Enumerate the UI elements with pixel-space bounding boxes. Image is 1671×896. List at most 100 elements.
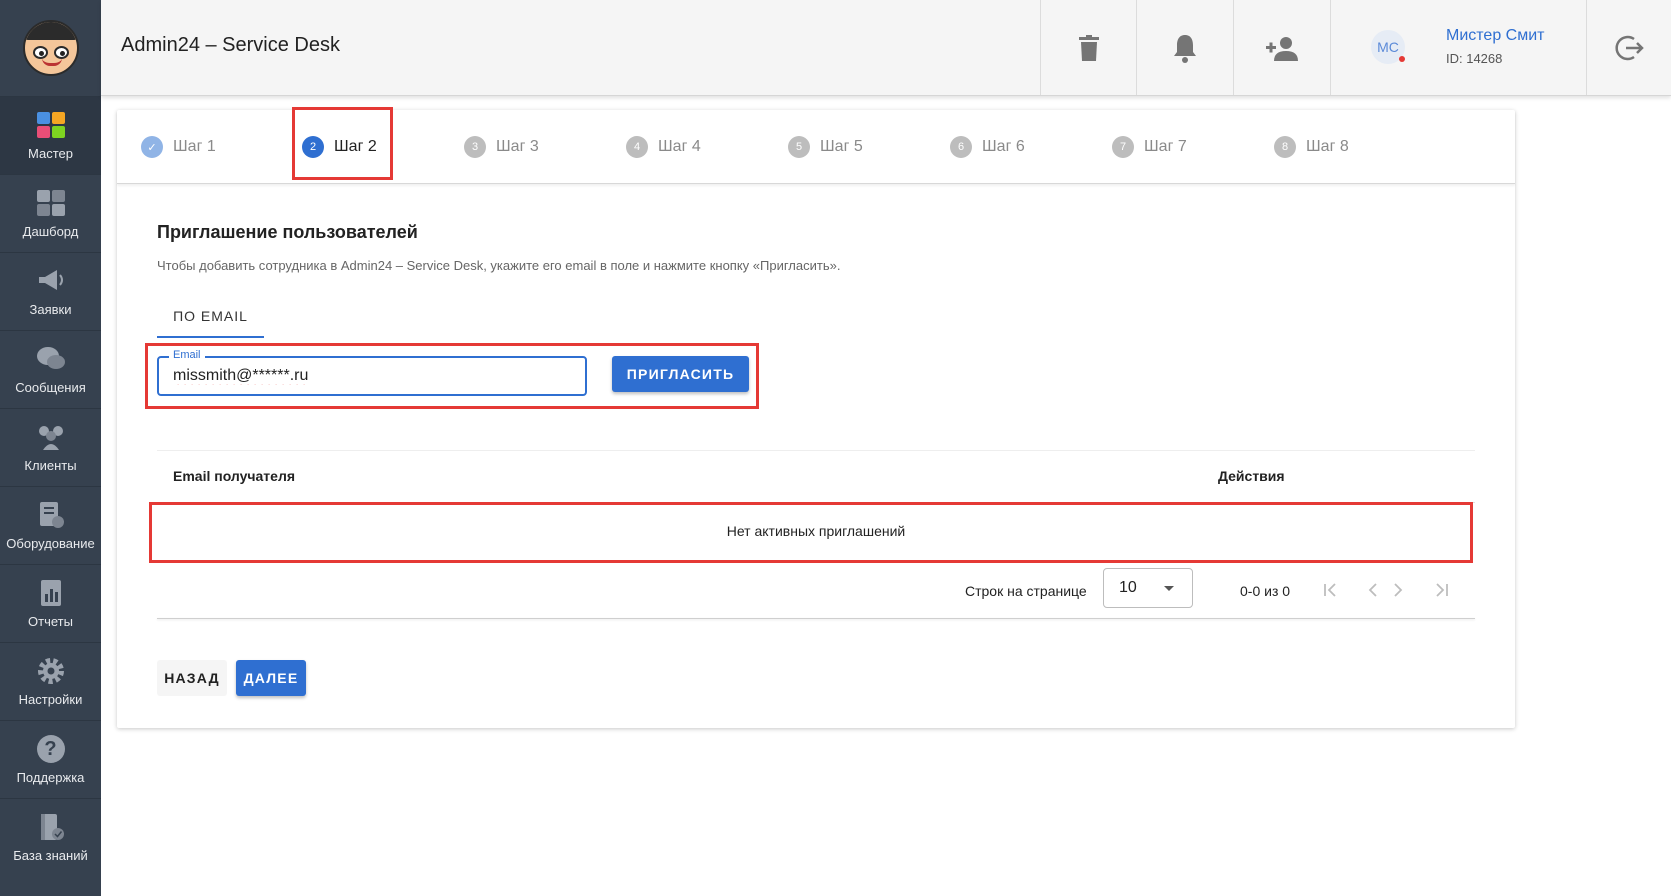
step-1[interactable]: ✓ Шаг 1 [141, 136, 216, 158]
sidebar-item-label: Дашборд [22, 224, 79, 239]
empty-table-message: Нет активных приглашений [726, 523, 906, 539]
bell-icon [1173, 34, 1196, 63]
sidebar-item-label: Клиенты [24, 458, 77, 473]
equipment-icon [35, 500, 67, 530]
sidebar-item-clients[interactable]: Клиенты [0, 408, 101, 486]
caret-down-icon [1164, 586, 1174, 591]
sidebar: Мастер Дашборд Заявки Сообщения Клиенты … [0, 0, 101, 896]
step-8[interactable]: 8 Шаг 8 [1274, 136, 1349, 158]
knowledge-base-icon [35, 812, 67, 842]
stepper: ✓ Шаг 1 2 Шаг 2 3 Шаг 3 4 Шаг 4 5 Шаг 5 … [117, 110, 1515, 184]
sidebar-item-settings[interactable]: Настройки [0, 642, 101, 720]
logout-icon [1615, 35, 1644, 60]
step-number: 8 [1274, 136, 1296, 158]
step-label: Шаг 4 [658, 138, 701, 155]
email-label: Email [169, 349, 205, 361]
sidebar-item-label: Заявки [29, 302, 72, 317]
help-icon: ? [35, 734, 67, 764]
step-6[interactable]: 6 Шаг 6 [950, 136, 1025, 158]
dashboard-icon [35, 188, 67, 218]
step-3[interactable]: 3 Шаг 3 [464, 136, 539, 158]
rows-per-page-label: Строк на странице [965, 583, 1087, 599]
pagination-range: 0-0 из 0 [1240, 583, 1291, 599]
step-number: 5 [788, 136, 810, 158]
column-header-actions: Действия [1218, 468, 1285, 484]
sidebar-item-reports[interactable]: Отчеты [0, 564, 101, 642]
trash-button[interactable] [1040, 0, 1136, 95]
sidebar-item-dashboard[interactable]: Дашборд [0, 174, 101, 252]
step-number: 6 [950, 136, 972, 158]
avatar-logo-icon [22, 20, 79, 76]
trash-icon [1078, 34, 1099, 61]
table-footer-divider [157, 618, 1475, 619]
check-icon: ✓ [141, 136, 163, 158]
app-logo[interactable] [0, 0, 101, 96]
sidebar-item-knowledge-base[interactable]: База знаний [0, 798, 101, 876]
last-page-icon [1436, 583, 1448, 597]
chevron-left-icon [1368, 583, 1377, 597]
step-label: Шаг 7 [1144, 138, 1187, 155]
step-number: 4 [626, 136, 648, 158]
step-label: Шаг 3 [496, 138, 539, 155]
next-button[interactable]: ДАЛЕЕ [236, 660, 306, 696]
sidebar-item-support[interactable]: ? Поддержка [0, 720, 101, 798]
email-field[interactable]: Email [157, 349, 587, 396]
step-7[interactable]: 7 Шаг 7 [1112, 136, 1187, 158]
invite-button[interactable]: ПРИГЛАСИТЬ [612, 356, 749, 392]
reports-icon [35, 578, 67, 608]
sidebar-item-label: Мастер [28, 146, 73, 161]
top-bar: Admin24 – Service Desk МС Мистер Смит ID… [101, 0, 1671, 96]
email-input[interactable] [173, 367, 573, 385]
first-page-icon [1324, 583, 1336, 597]
step-label: Шаг 2 [334, 138, 377, 155]
step-label: Шаг 8 [1306, 138, 1349, 155]
back-button[interactable]: НАЗАД [157, 660, 227, 696]
wizard-card: ✓ Шаг 1 2 Шаг 2 3 Шаг 3 4 Шаг 4 5 Шаг 5 … [117, 107, 1515, 728]
sidebar-item-label: Сообщения [15, 380, 86, 395]
table-divider [157, 502, 1475, 503]
step-label: Шаг 5 [820, 138, 863, 155]
first-page-button[interactable] [1318, 578, 1342, 602]
gear-icon [35, 656, 67, 686]
add-user-button[interactable] [1233, 0, 1329, 95]
step-number: 3 [464, 136, 486, 158]
last-page-button[interactable] [1430, 578, 1454, 602]
wizard-icon [35, 110, 67, 140]
prev-page-button[interactable] [1361, 578, 1385, 602]
sidebar-item-messages[interactable]: Сообщения [0, 330, 101, 408]
sidebar-item-requests[interactable]: Заявки [0, 252, 101, 330]
chat-icon [35, 344, 67, 374]
column-header-email[interactable]: Email получателя [173, 468, 295, 484]
section-description: Чтобы добавить сотрудника в Admin24 – Se… [157, 258, 841, 273]
rows-per-page-select[interactable]: 10 [1103, 568, 1193, 608]
step-label: Шаг 1 [173, 138, 216, 155]
clients-icon [35, 422, 67, 452]
step-label: Шаг 6 [982, 138, 1025, 155]
step-5[interactable]: 5 Шаг 5 [788, 136, 863, 158]
table-divider [157, 450, 1475, 451]
sidebar-item-master[interactable]: Мастер [0, 96, 101, 174]
tab-by-email[interactable]: ПО EMAIL [157, 296, 264, 338]
step-2[interactable]: 2 Шаг 2 [302, 136, 377, 158]
sidebar-item-equipment[interactable]: Оборудование [0, 486, 101, 564]
rows-per-page-value: 10 [1119, 579, 1137, 596]
user-profile[interactable]: МС Мистер Смит ID: 14268 [1330, 0, 1586, 95]
section-title: Приглашение пользователей [157, 222, 418, 242]
user-id: ID: 14268 [1446, 51, 1503, 66]
sidebar-item-label: База знаний [13, 848, 88, 863]
sidebar-item-label: Настройки [18, 692, 83, 707]
notifications-button[interactable] [1136, 0, 1232, 95]
online-status-dot [1399, 56, 1405, 62]
step-4[interactable]: 4 Шаг 4 [626, 136, 701, 158]
app-title: Admin24 – Service Desk [121, 34, 340, 56]
next-page-button[interactable] [1386, 578, 1410, 602]
chevron-right-icon [1394, 583, 1403, 597]
add-user-icon [1265, 36, 1298, 61]
step-number: 2 [302, 136, 324, 158]
megaphone-icon [35, 266, 67, 296]
sidebar-item-label: Оборудование [6, 536, 95, 551]
user-name: Мистер Смит [1446, 27, 1545, 44]
sidebar-item-label: Отчеты [28, 614, 73, 629]
logout-button[interactable] [1586, 0, 1671, 95]
step-number: 7 [1112, 136, 1134, 158]
